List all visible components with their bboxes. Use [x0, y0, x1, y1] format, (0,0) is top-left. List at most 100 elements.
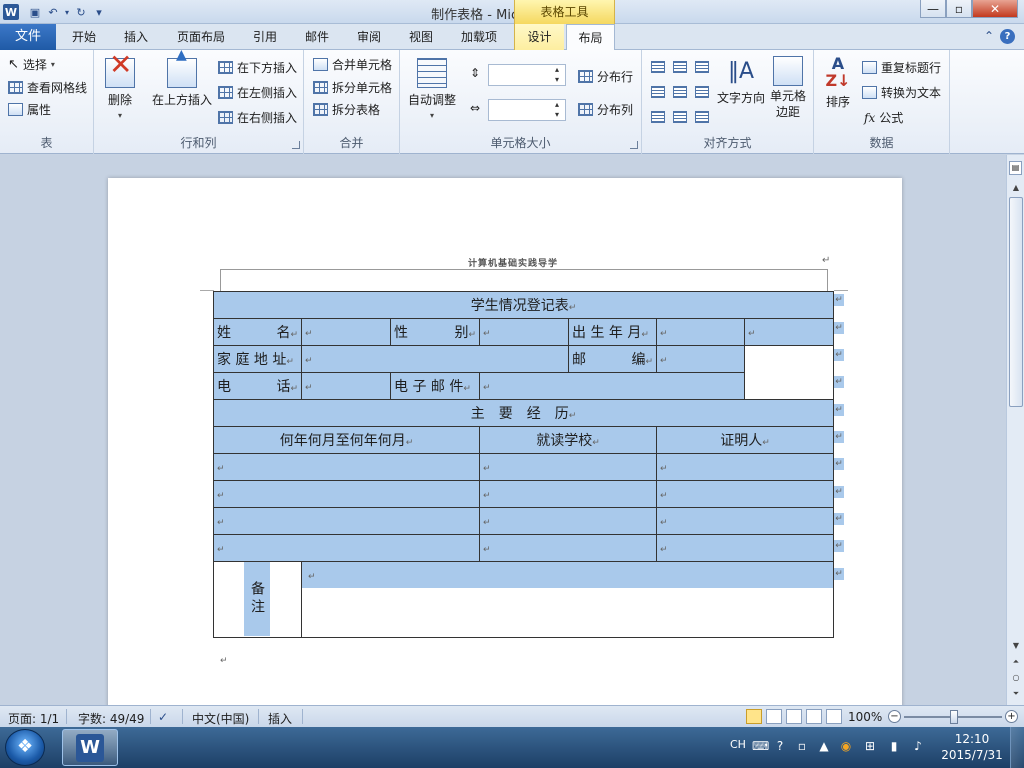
- help-icon[interactable]: ?: [772, 738, 788, 754]
- phone-value-cell[interactable]: ↵: [301, 372, 391, 400]
- insert-above-button[interactable]: 在上方插入: [150, 47, 214, 108]
- birth-value-cell[interactable]: ↵: [656, 318, 745, 346]
- windows-flag-icon[interactable]: ⊞: [862, 738, 878, 754]
- experience-section-cell[interactable]: 主 要 经 历↵: [212, 399, 835, 427]
- birth-label-cell[interactable]: 出 生 年 月↵: [568, 318, 657, 346]
- zoom-level[interactable]: 100%: [848, 710, 882, 724]
- gender-value-cell[interactable]: ↵: [479, 318, 569, 346]
- tab-file[interactable]: 文件: [0, 24, 56, 50]
- minimize-button[interactable]: —: [920, 0, 946, 18]
- maximize-button[interactable]: ▫: [946, 0, 972, 18]
- ime-indicator[interactable]: CH: [730, 738, 746, 751]
- align-top-right-icon[interactable]: [695, 61, 709, 73]
- split-table-button[interactable]: 拆分表格: [313, 101, 380, 118]
- name-value-cell[interactable]: ↵: [301, 318, 391, 346]
- tab-layout[interactable]: 布局: [566, 24, 615, 51]
- email-value-cell[interactable]: ↵: [479, 372, 745, 400]
- table-properties-button[interactable]: 属性: [8, 101, 51, 118]
- col-header-witness-cell[interactable]: 证明人↵: [655, 426, 835, 454]
- zoom-in-button[interactable]: +: [1005, 710, 1018, 723]
- network-icon[interactable]: ▮: [886, 738, 902, 754]
- convert-to-text-button[interactable]: 转换为文本: [862, 84, 941, 101]
- vertical-scrollbar[interactable]: ▤ ▲ ▼ ⏶ ○ ⏷: [1006, 155, 1024, 705]
- align-middle-right-icon[interactable]: [695, 86, 709, 98]
- show-desktop-button[interactable]: [1010, 727, 1024, 768]
- document-canvas[interactable]: 计算机基础实践导学 ↵ 学生情况登记表↵ 姓名↵ ↵ 性别↵ ↵ 出 生 年 月…: [0, 155, 1006, 705]
- scroll-down-icon[interactable]: ▼: [1007, 639, 1024, 653]
- select-button[interactable]: ↖ 选择 ▾: [8, 56, 55, 73]
- address-value-cell[interactable]: ↵: [301, 345, 569, 373]
- system-clock[interactable]: 12:10 2015/7/31: [940, 731, 1004, 763]
- align-top-center-icon[interactable]: [673, 61, 687, 73]
- align-bottom-right-icon[interactable]: [695, 111, 709, 123]
- experience-period-cell[interactable]: ↵: [213, 453, 480, 481]
- repeat-header-rows-button[interactable]: 重复标题行: [862, 59, 941, 76]
- browse-object-icon[interactable]: ○: [1007, 671, 1024, 685]
- photo-cell-top[interactable]: ↵: [743, 318, 835, 346]
- gender-label-cell[interactable]: 性 别↵: [390, 318, 480, 346]
- start-button[interactable]: [5, 729, 45, 766]
- insert-mode-indicator[interactable]: 插入: [268, 710, 292, 727]
- volume-icon[interactable]: ♪: [910, 738, 926, 754]
- tab-addins[interactable]: 加载项: [450, 24, 508, 50]
- tab-insert[interactable]: 插入: [112, 24, 160, 50]
- zoom-slider-thumb[interactable]: [950, 710, 958, 724]
- experience-witness-cell[interactable]: ↵: [655, 507, 835, 535]
- delete-button[interactable]: 删除 ▾: [102, 57, 138, 124]
- insert-left-button[interactable]: 在左侧插入: [218, 84, 297, 101]
- experience-school-cell[interactable]: ↵: [479, 534, 657, 562]
- table-title-cell[interactable]: 学生情况登记表↵: [212, 291, 835, 319]
- scroll-thumb[interactable]: [1009, 197, 1023, 407]
- name-label-cell[interactable]: 姓 名↵: [213, 318, 302, 346]
- help-icon[interactable]: ?: [1000, 29, 1016, 44]
- insert-below-button[interactable]: 在下方插入: [218, 59, 297, 76]
- row-height-input[interactable]: [488, 64, 566, 86]
- experience-witness-cell[interactable]: ↵: [655, 480, 835, 508]
- align-bottom-center-icon[interactable]: [673, 111, 687, 123]
- dialog-launcher-icon[interactable]: [630, 141, 638, 149]
- text-direction-button[interactable]: ‖A 文字方向: [716, 56, 766, 106]
- address-label-cell[interactable]: 家 庭 地 址↵: [213, 345, 302, 373]
- web-layout-view-icon[interactable]: [786, 709, 802, 724]
- experience-school-cell[interactable]: ↵: [479, 453, 657, 481]
- tab-design[interactable]: 设计: [514, 24, 564, 50]
- insert-right-button[interactable]: 在右侧插入: [218, 109, 297, 126]
- notes-label-cell[interactable]: 备注: [213, 561, 302, 638]
- photo-cell[interactable]: [743, 345, 835, 400]
- sort-button[interactable]: A Z↓ 排序: [820, 56, 856, 110]
- col-header-school-cell[interactable]: 就读学校↵: [479, 426, 657, 454]
- keyboard-icon[interactable]: ⌨: [752, 738, 769, 754]
- view-gridlines-button[interactable]: 查看网格线: [8, 79, 87, 96]
- notes-value-cell[interactable]: ↵: [300, 561, 835, 638]
- distribute-rows-button[interactable]: 分布行: [578, 68, 633, 85]
- postcode-value-cell[interactable]: ↵: [656, 345, 745, 373]
- col-header-period-cell[interactable]: 何年何月至何年何月↵: [213, 426, 480, 454]
- taskbar-word-button[interactable]: W: [62, 729, 118, 766]
- print-layout-view-icon[interactable]: [746, 709, 762, 724]
- experience-school-cell[interactable]: ↵: [479, 480, 657, 508]
- formula-button[interactable]: fx 公式: [864, 109, 903, 126]
- security-icon[interactable]: ◉: [838, 738, 854, 754]
- scroll-up-icon[interactable]: ▲: [1007, 181, 1024, 195]
- dialog-launcher-icon[interactable]: [292, 141, 300, 149]
- previous-page-icon[interactable]: ⏶: [1007, 655, 1024, 669]
- full-screen-reading-view-icon[interactable]: [766, 709, 782, 724]
- experience-witness-cell[interactable]: ↵: [655, 534, 835, 562]
- tab-mailings[interactable]: 邮件: [294, 24, 340, 50]
- autofit-button[interactable]: 自动调整 ▾: [406, 58, 458, 124]
- tab-home[interactable]: 开始: [60, 24, 108, 50]
- page-count-indicator[interactable]: 页面: 1/1: [8, 710, 59, 727]
- experience-period-cell[interactable]: ↵: [213, 534, 480, 562]
- email-label-cell[interactable]: 电 子 邮 件↵: [390, 372, 480, 400]
- merge-cells-button[interactable]: 合并单元格: [313, 56, 392, 73]
- split-cells-button[interactable]: 拆分单元格: [313, 79, 392, 96]
- ime-options-icon[interactable]: ▫: [794, 738, 810, 754]
- cell-margins-button[interactable]: 单元格 边距: [766, 56, 810, 120]
- experience-witness-cell[interactable]: ↵: [655, 453, 835, 481]
- ruler-toggle-icon[interactable]: ▤: [1009, 161, 1022, 175]
- experience-period-cell[interactable]: ↵: [213, 507, 480, 535]
- student-registration-table[interactable]: 学生情况登记表↵ 姓名↵ ↵ 性别↵ ↵ 出 生 年 月↵ ↵ ↵ 家 庭 地 …: [212, 291, 835, 638]
- draft-view-icon[interactable]: [826, 709, 842, 724]
- close-button[interactable]: ✕: [972, 0, 1018, 18]
- align-top-left-icon[interactable]: [651, 61, 665, 73]
